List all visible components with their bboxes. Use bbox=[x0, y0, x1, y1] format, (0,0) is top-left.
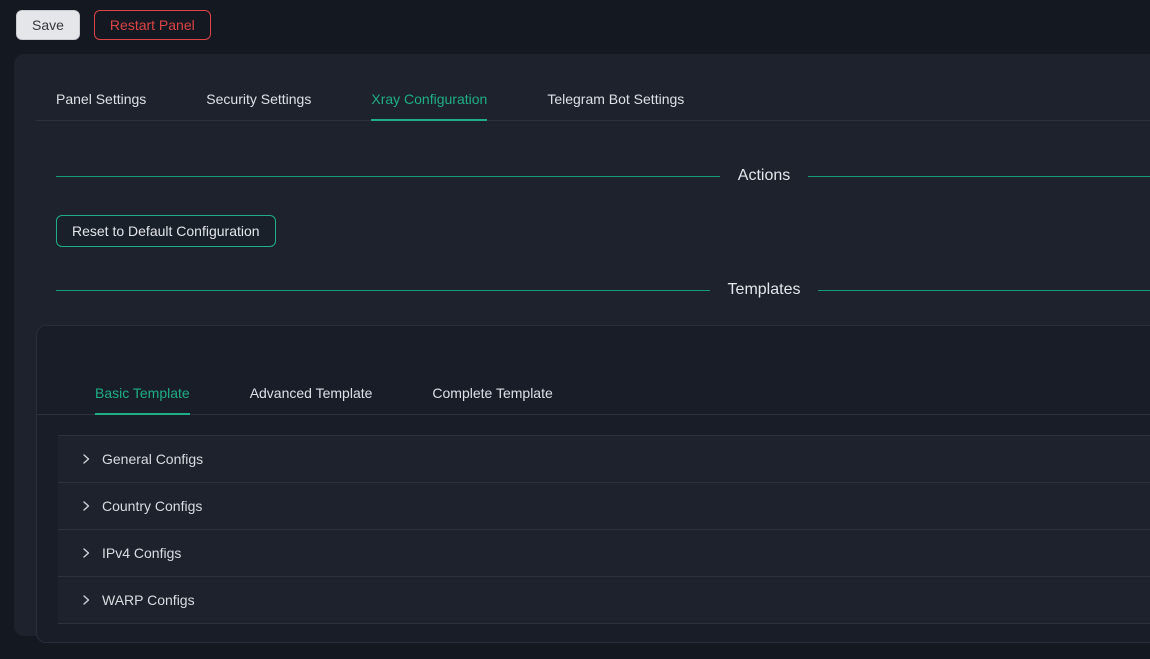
accordion-item-label: WARP Configs bbox=[102, 592, 195, 608]
accordion-item-label: General Configs bbox=[102, 451, 203, 467]
chevron-right-icon bbox=[80, 500, 92, 512]
accordion-item-label: IPv4 Configs bbox=[102, 545, 181, 561]
chevron-right-icon bbox=[80, 547, 92, 559]
templates-section-divider: Templates bbox=[56, 281, 1150, 299]
accordion-item-general-configs[interactable]: General Configs bbox=[58, 436, 1150, 483]
accordion-item-country-configs[interactable]: Country Configs bbox=[58, 483, 1150, 530]
divider-line bbox=[56, 290, 710, 291]
save-button[interactable]: Save bbox=[16, 10, 80, 40]
accordion-item-label: Country Configs bbox=[102, 498, 202, 514]
divider-line bbox=[818, 290, 1150, 291]
accordion-item-ipv4-configs[interactable]: IPv4 Configs bbox=[58, 530, 1150, 577]
tab-panel-settings[interactable]: Panel Settings bbox=[56, 78, 146, 120]
divider-line bbox=[56, 176, 720, 177]
tab-advanced-template[interactable]: Advanced Template bbox=[250, 372, 373, 414]
templates-card: Basic Template Advanced Template Complet… bbox=[36, 325, 1150, 643]
reset-default-config-button[interactable]: Reset to Default Configuration bbox=[56, 215, 276, 247]
templates-section-title: Templates bbox=[728, 281, 801, 299]
settings-tab-bar: Panel Settings Security Settings Xray Co… bbox=[36, 78, 1150, 121]
template-tab-bar: Basic Template Advanced Template Complet… bbox=[37, 372, 1150, 415]
tab-telegram-bot-settings[interactable]: Telegram Bot Settings bbox=[547, 78, 684, 120]
accordion-item-warp-configs[interactable]: WARP Configs bbox=[58, 577, 1150, 624]
actions-section-divider: Actions bbox=[56, 167, 1150, 185]
tab-xray-configuration[interactable]: Xray Configuration bbox=[371, 78, 487, 120]
chevron-right-icon bbox=[80, 453, 92, 465]
chevron-right-icon bbox=[80, 594, 92, 606]
settings-card: Panel Settings Security Settings Xray Co… bbox=[14, 54, 1150, 636]
top-toolbar: Save Restart Panel bbox=[0, 0, 1150, 50]
tab-basic-template[interactable]: Basic Template bbox=[95, 372, 190, 414]
tab-complete-template[interactable]: Complete Template bbox=[432, 372, 552, 414]
config-accordion: General Configs Country Configs IPv4 Con… bbox=[58, 435, 1150, 624]
divider-line bbox=[808, 176, 1150, 177]
restart-panel-button[interactable]: Restart Panel bbox=[94, 10, 211, 40]
tab-security-settings[interactable]: Security Settings bbox=[206, 78, 311, 120]
actions-section-title: Actions bbox=[738, 167, 790, 185]
